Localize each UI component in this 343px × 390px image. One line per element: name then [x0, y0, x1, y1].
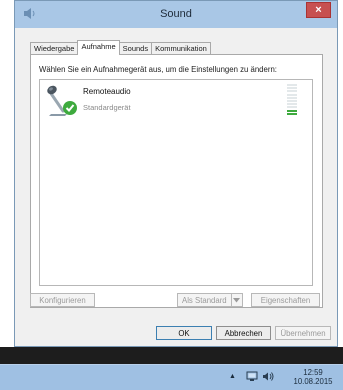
clock-time: 12:59 [303, 368, 323, 377]
taskbar-clock[interactable]: 12:59 10.08.2015 [286, 368, 340, 387]
input-level-meter [287, 84, 297, 116]
level-segment [287, 109, 297, 112]
properties-button[interactable]: Eigenschaften [251, 293, 320, 307]
level-segment [287, 93, 297, 96]
level-segment [287, 100, 297, 102]
close-button[interactable]: × [306, 2, 331, 18]
level-segment [287, 106, 297, 109]
clock-date: 10.08.2015 [293, 377, 333, 386]
show-hidden-icons-arrow[interactable]: ▲ [229, 373, 236, 380]
level-segment [287, 112, 297, 115]
desktop-left-edge [0, 0, 14, 347]
dialog-client: Wiedergabe Aufnahme Sounds Kommunikation… [21, 28, 331, 346]
desktop: Sound × Wiedergabe Aufnahme Sounds Kommu… [0, 0, 343, 390]
device-name: Remoteaudio [83, 87, 131, 96]
level-segment [287, 90, 297, 93]
title-bar[interactable]: Sound × [15, 1, 337, 28]
window-title: Sound [160, 8, 192, 20]
set-default-dropdown[interactable] [231, 293, 243, 307]
set-default-button[interactable]: Als Standard [177, 293, 232, 307]
configure-button[interactable]: Konfigurieren [30, 293, 95, 307]
instructions-text: Wählen Sie ein Aufnahmegerät aus, um die… [39, 65, 277, 74]
level-segment [287, 96, 297, 99]
desktop-dark-band [0, 347, 343, 364]
cancel-button[interactable]: Abbrechen [216, 326, 271, 340]
network-icon[interactable] [246, 371, 258, 382]
ok-button[interactable]: OK [156, 326, 212, 340]
list-item[interactable]: Remoteaudio Standardgerät [40, 80, 312, 122]
chevron-down-icon [233, 297, 241, 302]
recording-tab-panel: Wählen Sie ein Aufnahmegerät aus, um die… [30, 54, 323, 308]
apply-button[interactable]: Übernehmen [275, 326, 331, 340]
level-segment [287, 103, 297, 106]
level-segment [287, 87, 297, 90]
level-segment [287, 84, 297, 86]
taskbar: ▲ 12:59 10.08.2015 [0, 364, 343, 390]
sound-dialog: Sound × Wiedergabe Aufnahme Sounds Kommu… [14, 0, 338, 347]
set-default-split-button[interactable]: Als Standard [177, 293, 243, 307]
microphone-icon [47, 85, 77, 116]
close-icon: × [315, 4, 322, 16]
tab-aufnahme[interactable]: Aufnahme [77, 40, 120, 55]
device-status: Standardgerät [83, 103, 131, 112]
volume-icon[interactable] [262, 371, 274, 382]
tab-strip: Wiedergabe Aufnahme Sounds Kommunikation [30, 40, 211, 55]
device-list[interactable]: Remoteaudio Standardgerät [39, 79, 313, 286]
